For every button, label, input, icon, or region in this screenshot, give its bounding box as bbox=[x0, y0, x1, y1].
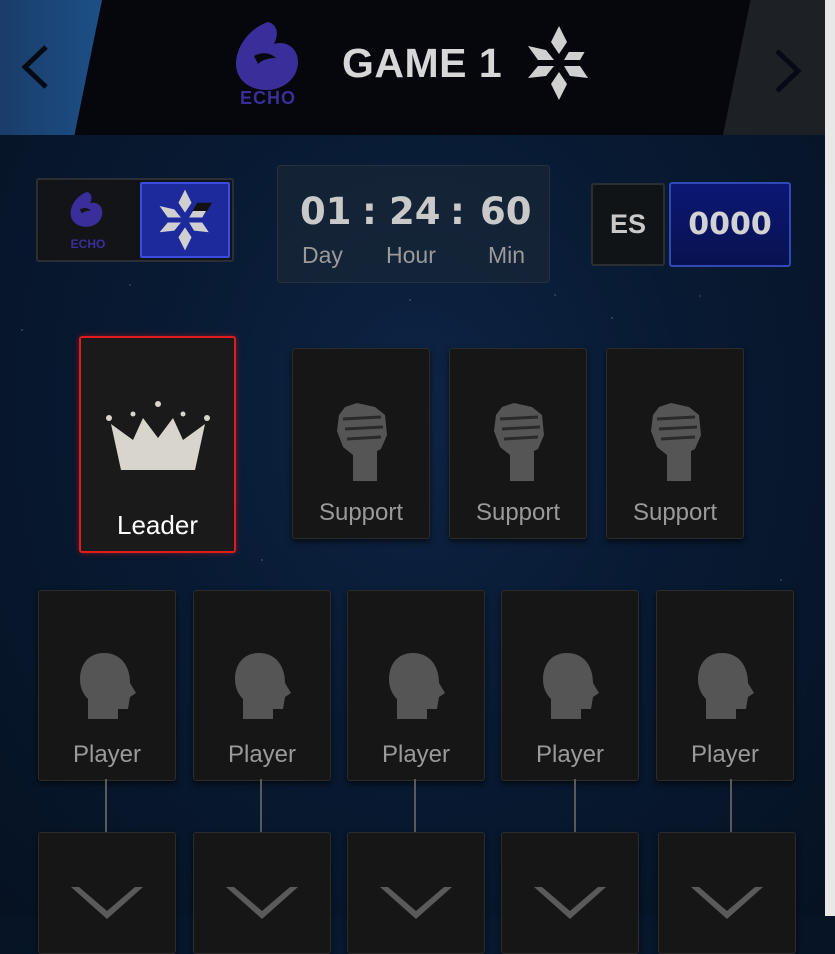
team-a-option[interactable]: ECHO bbox=[40, 182, 136, 258]
connector-line bbox=[105, 779, 107, 833]
team-a-name: ECHO bbox=[70, 237, 106, 251]
star-emblem-icon bbox=[159, 189, 213, 251]
team-b-logo bbox=[524, 24, 594, 107]
crossed-swords-icon bbox=[71, 887, 143, 919]
countdown-timer: 01 : 24 : 60 Day Hour Min bbox=[277, 165, 550, 283]
timer-min-label: Min bbox=[488, 242, 526, 268]
scrollbar[interactable] bbox=[825, 0, 835, 916]
timer-min: 60 bbox=[480, 190, 532, 233]
player-label: Player bbox=[535, 741, 605, 768]
crossed-swords-icon bbox=[380, 887, 452, 919]
lower-slot[interactable] bbox=[347, 832, 485, 954]
player-slot[interactable]: Player bbox=[38, 590, 176, 781]
head-icon bbox=[389, 653, 445, 719]
timer-hour: 24 bbox=[389, 190, 441, 233]
next-game-button[interactable] bbox=[723, 0, 825, 135]
player-label: Player bbox=[690, 741, 760, 768]
head-icon bbox=[698, 653, 754, 719]
support-slot[interactable]: Support bbox=[606, 348, 744, 539]
player-label: Player bbox=[72, 741, 142, 768]
orca-icon bbox=[70, 192, 103, 227]
player-label: Player bbox=[227, 741, 297, 768]
fist-icon bbox=[494, 403, 544, 481]
score-display[interactable]: 0000 bbox=[669, 182, 791, 267]
crossed-swords-icon bbox=[534, 887, 606, 919]
timer-separator: : bbox=[362, 190, 377, 233]
header: ECHO GAME 1 bbox=[0, 0, 825, 135]
support-slot[interactable]: Support bbox=[292, 348, 430, 539]
head-icon bbox=[80, 653, 136, 719]
leader-slot[interactable]: Leader bbox=[79, 336, 236, 553]
timer-day: 01 bbox=[300, 190, 352, 233]
lower-slot[interactable] bbox=[501, 832, 639, 954]
fist-icon bbox=[337, 403, 387, 481]
timer-day-label: Day bbox=[302, 242, 343, 268]
head-icon bbox=[235, 653, 291, 719]
crossed-swords-icon bbox=[691, 887, 763, 919]
crossed-swords-icon bbox=[226, 887, 298, 919]
star-emblem-icon bbox=[528, 26, 592, 100]
support-label: Support bbox=[632, 499, 718, 526]
chevron-left-icon bbox=[21, 45, 48, 89]
team-a-logo: ECHO bbox=[228, 18, 308, 113]
connector-line bbox=[260, 779, 262, 833]
support-label: Support bbox=[475, 499, 561, 526]
player-slot[interactable]: Player bbox=[656, 590, 794, 781]
head-icon bbox=[543, 653, 599, 719]
page-title: GAME 1 bbox=[342, 40, 503, 86]
timer-separator: : bbox=[450, 190, 465, 233]
team-a-logo-text: ECHO bbox=[239, 88, 296, 108]
player-label: Player bbox=[381, 741, 451, 768]
player-slot[interactable]: Player bbox=[193, 590, 331, 781]
team-selector: ECHO bbox=[36, 178, 234, 262]
support-label: Support bbox=[318, 499, 404, 526]
connector-line bbox=[730, 779, 732, 833]
fist-icon bbox=[651, 403, 701, 481]
player-slot[interactable]: Player bbox=[501, 590, 639, 781]
team-b-option[interactable] bbox=[140, 182, 230, 258]
leader-label: Leader bbox=[117, 510, 198, 540]
lower-slot[interactable] bbox=[658, 832, 796, 954]
support-slot[interactable]: Support bbox=[449, 348, 587, 539]
lower-slot[interactable] bbox=[38, 832, 176, 954]
connector-line bbox=[574, 779, 576, 833]
chevron-right-icon bbox=[775, 49, 802, 93]
crown-icon bbox=[105, 401, 210, 470]
connector-line bbox=[414, 779, 416, 833]
player-slot[interactable]: Player bbox=[347, 590, 485, 781]
region-badge: ES bbox=[591, 183, 665, 266]
timer-hour-label: Hour bbox=[386, 242, 436, 268]
lower-slot[interactable] bbox=[193, 832, 331, 954]
prev-game-button[interactable] bbox=[0, 0, 102, 135]
